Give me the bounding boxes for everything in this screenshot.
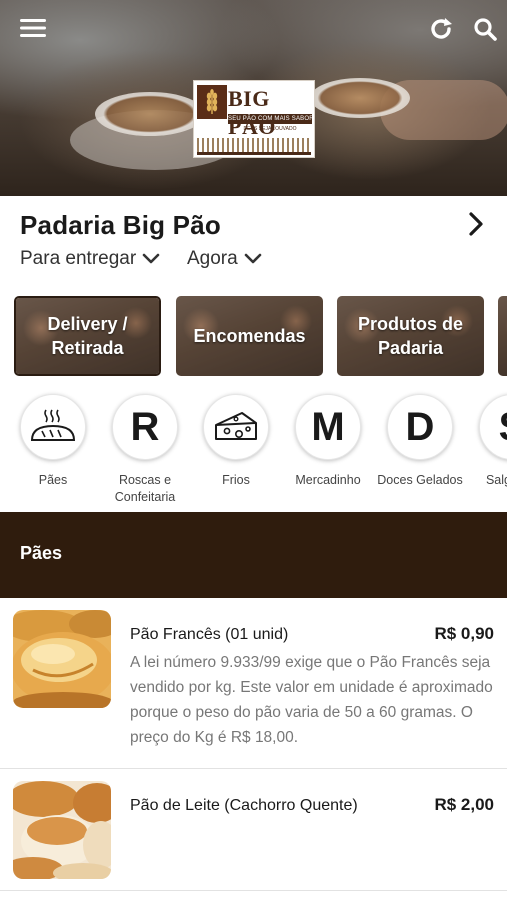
refresh-button[interactable]	[424, 12, 458, 46]
store-details-button[interactable]	[462, 210, 490, 238]
banner-produtos[interactable]: Produtos de Padaria	[337, 296, 484, 376]
banner-label: Encomendas	[193, 326, 306, 346]
category-circle: D	[387, 394, 453, 460]
chevron-down-icon	[244, 253, 262, 264]
search-icon	[474, 18, 497, 41]
wheat-icon	[197, 85, 227, 119]
product-price: R$ 2,00	[434, 795, 494, 814]
category-circle	[203, 394, 269, 460]
logo-pattern-line	[197, 152, 311, 155]
product-name: Pão de Leite (Cachorro Quente)	[130, 797, 358, 814]
search-button[interactable]	[468, 12, 502, 46]
product-description: A lei número 9.933/99 exige que o Pão Fr…	[130, 654, 493, 746]
category-letter: S	[499, 407, 507, 447]
category-list: Pães R Roscas e Confeitaria Frios M Merc…	[0, 394, 507, 506]
delivery-mode-selector[interactable]: Para entregar	[20, 248, 160, 270]
category-name: Frios	[222, 473, 250, 487]
banner-next-partial[interactable]	[498, 296, 507, 376]
logo-pattern	[197, 138, 311, 152]
product-name: Pão Francês (01 unid)	[130, 626, 289, 643]
hero-cup-left	[95, 92, 205, 136]
category-paes[interactable]: Pães	[7, 394, 99, 489]
hero-cup-right	[310, 78, 410, 118]
category-letter: M	[311, 405, 345, 449]
category-letter: D	[405, 405, 435, 449]
time-label: Agora	[187, 248, 238, 269]
delivery-mode-label: Para entregar	[20, 248, 137, 269]
menu-icon	[20, 19, 46, 37]
product-price: R$ 0,90	[434, 624, 494, 643]
banner-label: Produtos de Padaria	[357, 314, 463, 358]
app-root: BIG PÃO SEU PÃO COM MAIS SABOR DEUS SEJA…	[0, 0, 507, 900]
category-roscas[interactable]: R Roscas e Confeitaria	[99, 394, 191, 506]
bread-icon	[30, 409, 76, 441]
category-doces-gelados[interactable]: D Doces Gelados	[374, 394, 466, 489]
category-salgados[interactable]: S Salgados	[466, 394, 507, 489]
section-header	[0, 512, 507, 598]
logo-brand: BIG PÃO	[228, 86, 276, 139]
category-name: Doces Gelados	[377, 473, 463, 487]
cheese-icon	[215, 412, 257, 440]
chevron-down-icon	[142, 253, 160, 264]
logo-blessing: DEUS SEJA LOUVADO	[243, 126, 297, 132]
category-circle: M	[295, 394, 361, 460]
product-image-pao-de-leite	[13, 781, 111, 879]
category-letter: R	[130, 405, 160, 449]
category-name: Pães	[38, 473, 68, 487]
product-item[interactable]: Pão de Leite (Cachorro Quente) R$ 2,00	[0, 769, 507, 891]
category-mercadinho[interactable]: M Mercadinho	[282, 394, 374, 489]
banner-encomendas[interactable]: Encomendas	[176, 296, 323, 376]
chevron-right-icon	[469, 212, 483, 236]
store-name: Padaria Big Pão	[20, 210, 221, 240]
category-name: Mercadinho	[295, 473, 361, 487]
section-title: Pães	[20, 543, 63, 563]
menu-button[interactable]	[14, 12, 52, 44]
logo-tagline: SEU PÃO COM MAIS SABOR	[228, 114, 312, 124]
promo-banners: Delivery / Retirada Encomendas Produtos …	[14, 296, 507, 376]
banner-label: Delivery / Retirada	[47, 314, 128, 358]
refresh-icon	[431, 18, 452, 39]
category-circle: R	[112, 394, 178, 460]
time-selector[interactable]: Agora	[187, 248, 262, 270]
hero-banner: BIG PÃO SEU PÃO COM MAIS SABOR DEUS SEJA…	[0, 0, 507, 196]
category-frios[interactable]: Frios	[190, 394, 282, 489]
product-image-pao-frances	[13, 610, 111, 708]
product-item[interactable]: Pão Francês (01 unid) R$ 0,90 A lei núme…	[0, 598, 507, 769]
store-logo: BIG PÃO SEU PÃO COM MAIS SABOR DEUS SEJA…	[193, 80, 315, 158]
category-circle: S	[479, 394, 507, 460]
category-name: Roscas e Confeitaria	[114, 473, 176, 504]
banner-delivery[interactable]: Delivery / Retirada	[14, 296, 161, 376]
category-circle	[20, 394, 86, 460]
category-name: Salgados	[485, 473, 507, 487]
